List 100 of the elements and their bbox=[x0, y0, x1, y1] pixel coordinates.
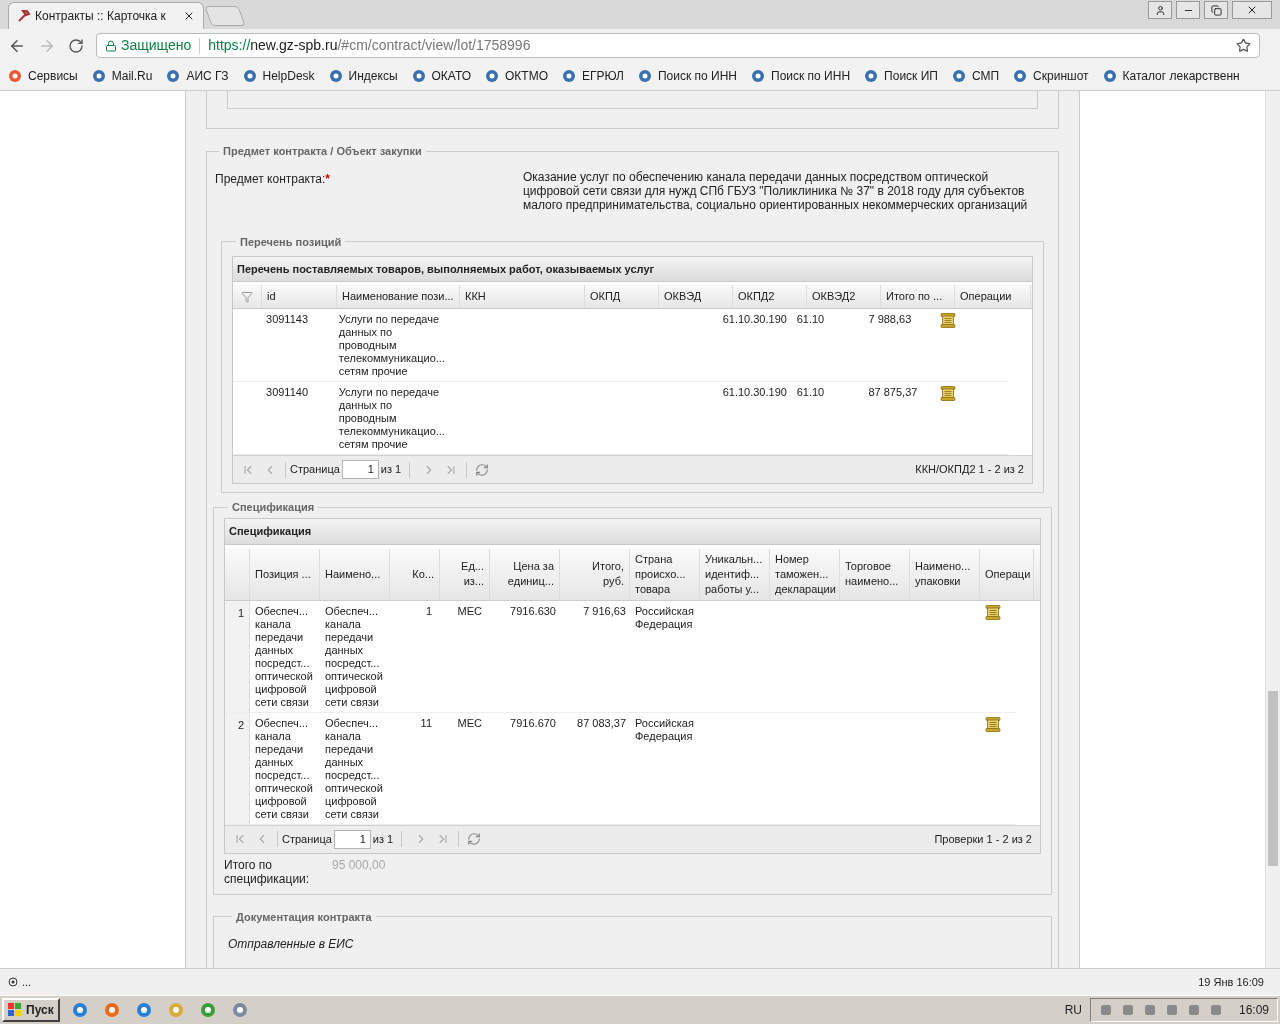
table-cell: 7916.630 bbox=[510, 604, 556, 617]
bookmark-item[interactable]: ЕГРЮЛ bbox=[562, 67, 624, 85]
column-header[interactable]: Торговое наимено... bbox=[845, 559, 899, 589]
column-header[interactable]: Наимено... bbox=[325, 566, 381, 582]
bookmark-item[interactable]: Поиск ИП bbox=[864, 67, 938, 85]
bookmark-icon bbox=[864, 69, 879, 83]
table-cell: МЕС bbox=[457, 604, 482, 617]
bookmark-item[interactable]: Сервисы bbox=[8, 67, 78, 85]
total-value: 95 000,00 bbox=[332, 857, 386, 874]
bookmark-item[interactable]: ОКАТО bbox=[411, 67, 471, 85]
column-header[interactable]: Операци bbox=[985, 566, 1031, 582]
field-value: Оказание услуг по обеспечению канала передачи данных посредством оптической цифровой сети связи для нужд СПб ГБУЗ "Поликлиника № 37" в 2018 году для субъектов малого предпринимательства, социально ориентированных некоммерческих организаций bbox=[523, 169, 1028, 212]
column-header[interactable]: Итого, руб. bbox=[592, 559, 624, 589]
column-header[interactable]: Ко... bbox=[412, 566, 434, 582]
bookmark-item[interactable]: Поиск по ИНН bbox=[637, 67, 738, 85]
column-header[interactable]: Итого по ... bbox=[881, 285, 955, 308]
browser-tab[interactable]: Контракты :: Карточка к bbox=[8, 2, 204, 29]
secure-label: Защищено bbox=[121, 36, 192, 55]
column-header[interactable]: Ед... из... bbox=[461, 559, 484, 589]
tray-icon[interactable] bbox=[1164, 1003, 1179, 1017]
profile-button[interactable] bbox=[1148, 1, 1172, 19]
table-cell: 87 875,37 bbox=[868, 386, 918, 398]
table-cell: 61.10 bbox=[796, 313, 825, 325]
tray-icon[interactable] bbox=[1120, 1003, 1135, 1017]
page-input[interactable]: 1 bbox=[341, 460, 379, 479]
table-cell: Обеспеч... канала передачи данных посредст... оптической цифровой сети связи bbox=[255, 716, 313, 820]
scroll-icon[interactable] bbox=[940, 313, 957, 328]
bookmark-item[interactable]: Каталог лекарственн bbox=[1102, 67, 1240, 85]
globe-icon bbox=[8, 977, 18, 987]
column-header[interactable]: Цена за единиц... bbox=[507, 559, 554, 589]
start-button[interactable]: Пуск bbox=[2, 998, 60, 1022]
close-window-button[interactable] bbox=[1232, 1, 1272, 19]
minimize-button[interactable] bbox=[1176, 1, 1200, 19]
close-icon[interactable] bbox=[183, 10, 195, 22]
status-text: ... bbox=[22, 974, 32, 990]
tray-icon[interactable] bbox=[1142, 1003, 1157, 1017]
column-header[interactable]: ОКВЭД2 bbox=[807, 285, 881, 308]
bookmark-item[interactable]: Скриншот bbox=[1013, 67, 1089, 85]
column-header[interactable]: Номер таможен... декларации bbox=[775, 551, 836, 597]
column-header[interactable]: ОКВЭД bbox=[659, 285, 733, 308]
page-input[interactable]: 1 bbox=[333, 829, 371, 849]
windows-logo-icon bbox=[8, 1003, 22, 1017]
column-header[interactable]: Страна происхо... товара bbox=[635, 551, 686, 597]
tray-icon[interactable] bbox=[1186, 1003, 1201, 1017]
bookmark-item[interactable]: Индексы bbox=[328, 67, 398, 85]
bookmark-item[interactable]: ОКТМО bbox=[485, 67, 548, 85]
bookmark-icon bbox=[8, 69, 22, 83]
column-header[interactable]: Наимено... упаковки bbox=[915, 559, 971, 589]
column-header[interactable]: Наименование пози... bbox=[337, 285, 460, 308]
language-indicator[interactable]: RU bbox=[1064, 1001, 1082, 1019]
column-header[interactable]: ОКПД bbox=[585, 285, 659, 308]
lock-icon bbox=[105, 39, 117, 52]
table-cell: 61.10.30.190 bbox=[722, 313, 787, 325]
table-cell: Российская Федерация bbox=[635, 716, 694, 742]
first-page-icon[interactable] bbox=[233, 832, 247, 846]
scroll-icon[interactable] bbox=[940, 386, 957, 401]
tray-icon[interactable] bbox=[1098, 1003, 1113, 1017]
column-header[interactable]: Позиция ... bbox=[255, 566, 311, 582]
address-field[interactable]: Защищено https://new.gz-spb.ru/#cm/contract/view/lot/1758996 bbox=[96, 33, 1260, 58]
bookmark-icon bbox=[411, 69, 426, 83]
bookmark-icon bbox=[91, 69, 106, 83]
tab-title: Контракты :: Карточка к bbox=[35, 8, 167, 25]
column-header[interactable]: id bbox=[262, 285, 337, 308]
row-number: 1 bbox=[237, 606, 244, 619]
user-icon bbox=[1154, 4, 1166, 16]
restore-button[interactable] bbox=[1204, 1, 1228, 19]
bookmark-item[interactable]: Mail.Ru bbox=[91, 67, 153, 85]
table-cell: Обеспеч... канала передачи данных посредст... оптической цифровой сети связи bbox=[325, 604, 383, 708]
column-header[interactable]: Уникальн... идентиф... работы у... bbox=[705, 551, 763, 597]
refresh-icon[interactable] bbox=[467, 832, 482, 846]
bookmark-item[interactable]: АИС ГЗ bbox=[166, 67, 229, 85]
grid-title: Перечень поставляемых товаров, выполняемых работ, оказываемых услуг bbox=[233, 257, 1032, 282]
table-cell: МЕС bbox=[457, 716, 482, 729]
new-tab-button[interactable] bbox=[204, 6, 246, 26]
bookmark-icon bbox=[166, 69, 181, 83]
bookmark-star-icon[interactable] bbox=[1236, 38, 1251, 53]
bookmark-icon bbox=[751, 69, 766, 83]
bookmark-icon bbox=[1013, 69, 1028, 83]
column-header[interactable]: ККН bbox=[460, 285, 585, 308]
scroll-icon[interactable] bbox=[985, 604, 1001, 620]
table-cell: 3091140 bbox=[266, 386, 309, 398]
scroll-icon[interactable] bbox=[985, 716, 1001, 732]
bookmark-item[interactable]: СМП bbox=[951, 67, 1000, 85]
reload-icon[interactable] bbox=[68, 37, 84, 54]
section-legend: Спецификация bbox=[232, 501, 315, 513]
section-legend: Предмет контракта / Объект закупки bbox=[223, 145, 422, 157]
filter-icon[interactable] bbox=[241, 290, 253, 303]
bookmark-item[interactable]: Поиск по ИНН bbox=[751, 67, 851, 85]
tray-icon[interactable] bbox=[1208, 1003, 1223, 1017]
page-label: Страница bbox=[282, 831, 332, 847]
column-header[interactable]: ОКПД2 bbox=[733, 285, 807, 308]
table-cell: 61.10 bbox=[796, 386, 825, 398]
scrollbar[interactable] bbox=[1265, 91, 1280, 968]
bookmark-icon bbox=[328, 69, 343, 83]
column-header[interactable]: Операции bbox=[955, 285, 1031, 308]
refresh-icon[interactable] bbox=[475, 462, 490, 477]
pager-summary: Проверки 1 - 2 из 2 bbox=[934, 831, 1032, 847]
field-label: Предмет контракта:* bbox=[215, 170, 332, 188]
bookmark-icon bbox=[637, 69, 652, 83]
bookmark-item[interactable]: HelpDesk bbox=[242, 67, 315, 85]
